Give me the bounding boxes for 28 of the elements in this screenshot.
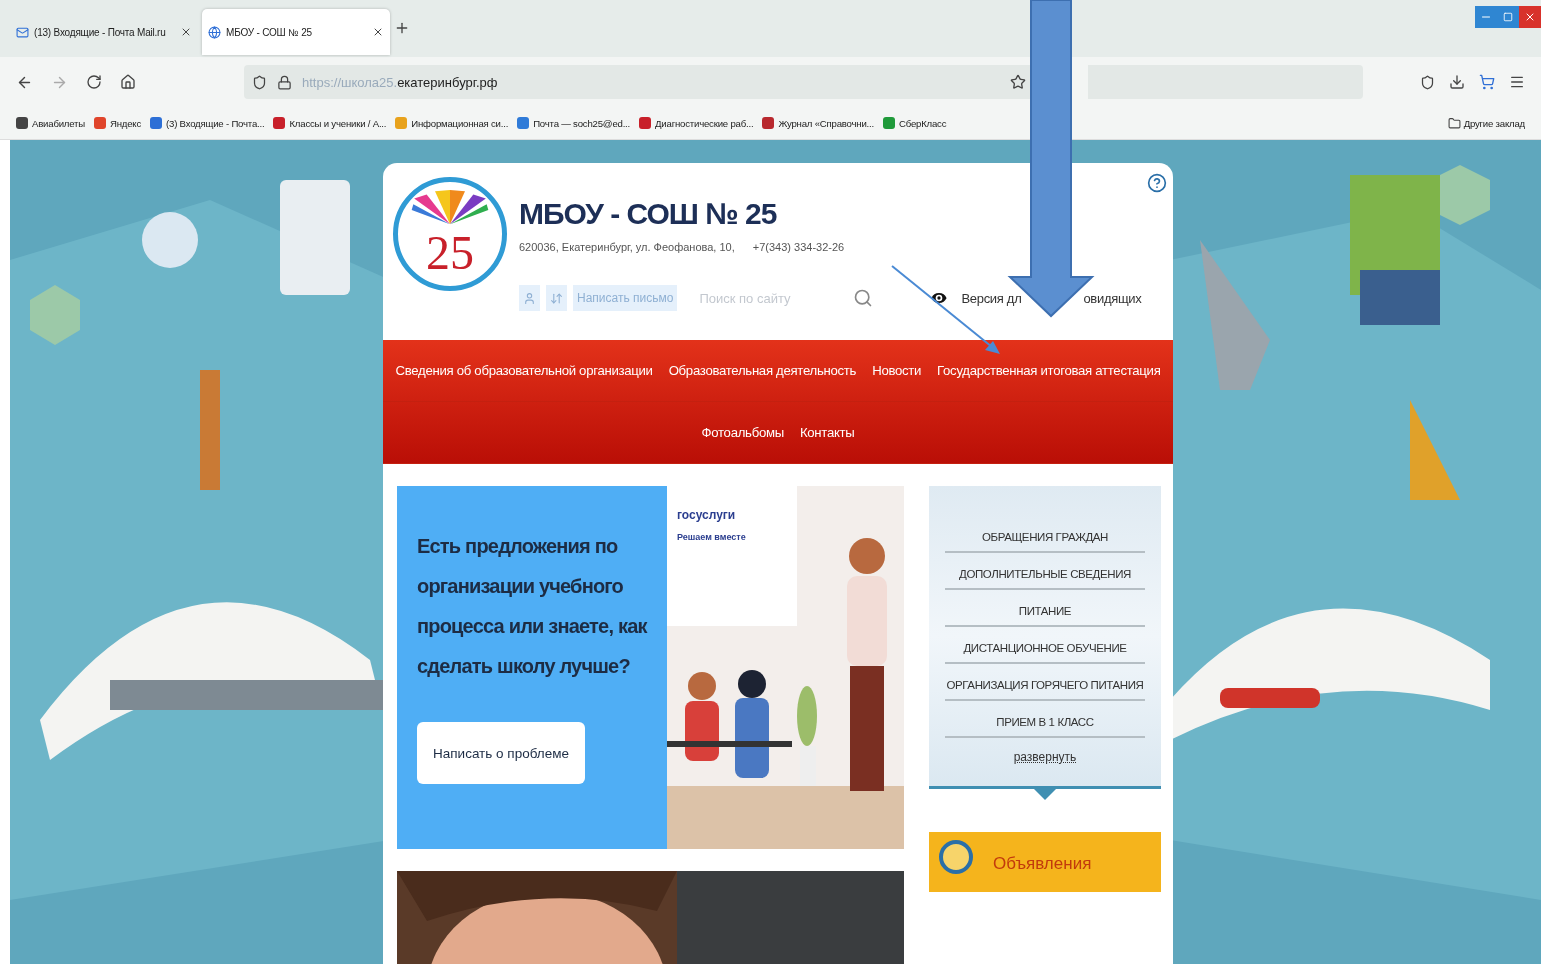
close-icon[interactable] [1519,6,1541,28]
bookmark[interactable]: Авиабилеты [16,117,85,129]
download-icon[interactable] [1449,74,1465,90]
browser-tab[interactable]: МБОУ - СОШ № 25 [202,9,390,55]
lock-icon [277,74,292,90]
shield-icon [252,74,267,90]
close-icon[interactable] [372,26,384,38]
url-text: https://школа25.екатеринбург.рф [302,74,499,90]
bookmark[interactable]: (3) Входящие - Почта... [150,117,265,129]
shield-icon[interactable] [1420,74,1435,90]
home-icon[interactable] [120,74,136,90]
bookmark[interactable]: Журнал «Справочни... [762,117,874,129]
bookmark[interactable]: Информационная си... [395,117,509,129]
bookmark[interactable]: СберКласс [882,117,947,129]
browser-tab[interactable]: (13) Входящие - Почта Mail.ru [10,9,198,55]
bookmark[interactable]: Яндекс [93,117,141,129]
globe-icon [208,25,221,39]
menu-icon[interactable] [1509,74,1525,90]
bookmark[interactable]: Диагностические раб... [639,117,754,129]
cart-icon[interactable] [1479,74,1495,90]
star-icon[interactable] [1010,74,1026,90]
mail-icon [16,25,29,39]
close-icon[interactable] [180,26,192,38]
reload-icon[interactable] [86,74,102,90]
bookmark[interactable]: Классы и ученики / А... [273,117,387,129]
folder-icon [1447,116,1461,130]
bookmark-folder[interactable]: Другие заклад [1447,116,1525,130]
bookmark[interactable]: Почта — soch25@ed... [517,117,631,129]
